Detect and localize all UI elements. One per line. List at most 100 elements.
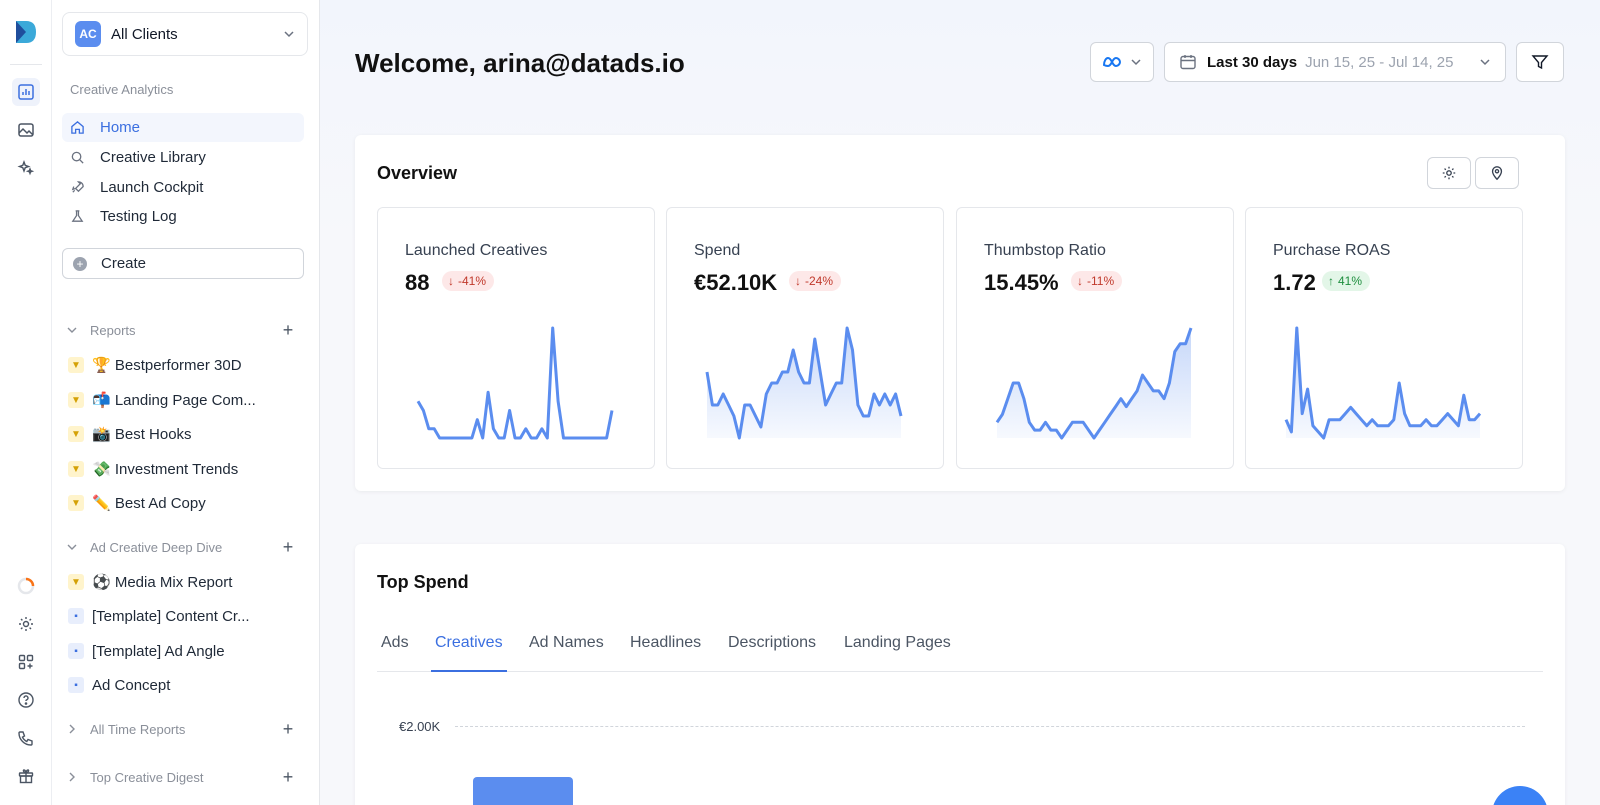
add-report-icon[interactable]: + (278, 537, 298, 557)
report-item[interactable]: ▼ 🏆 Bestperformer 30D (68, 352, 304, 378)
overview-settings-button[interactable] (1427, 157, 1471, 189)
report-item[interactable]: ▼ 📬 Landing Page Com... (68, 387, 304, 413)
tab-descriptions[interactable]: Descriptions (724, 626, 820, 672)
group-header-ad-creative-deep-dive[interactable]: Ad Creative Deep Dive + (66, 535, 306, 559)
date-preset-label: Last 30 days (1207, 53, 1298, 71)
nav-item-label: Launch Cockpit (100, 179, 204, 196)
nav-item-home[interactable]: Home (62, 113, 304, 142)
trophy-icon: ▼ (68, 461, 84, 477)
nav-item-testing-log[interactable]: Testing Log (62, 202, 304, 231)
date-range-picker[interactable]: Last 30 days Jun 15, 25 - Jul 14, 25 (1164, 42, 1506, 82)
group-label: Ad Creative Deep Dive (90, 539, 223, 555)
top-spend-card: Top Spend Ads Creatives Ad Names Headlin… (355, 544, 1565, 805)
kpi-card-purchase-roas[interactable]: Purchase ROAS 1.72 ↑ 41% (1245, 207, 1523, 469)
report-label: [Template] Ad Angle (92, 642, 225, 660)
spend-bar[interactable] (473, 777, 573, 805)
report-item[interactable]: ▼ 📸 Best Hooks (68, 421, 304, 447)
search-icon (71, 151, 84, 164)
report-label: [Template] Content Cr... (92, 607, 250, 625)
change-badge: ↓ -41% (442, 271, 495, 291)
group-label: All Time Reports (90, 721, 186, 737)
report-item[interactable]: ▼ ✏️ Best Ad Copy (68, 490, 304, 516)
section-label-creative-analytics: Creative Analytics (70, 82, 174, 97)
sparkline-chart (1284, 326, 1482, 440)
kpi-label: Spend (694, 242, 741, 259)
tab-headlines[interactable]: Headlines (626, 626, 705, 672)
kpi-card-thumbstop-ratio[interactable]: Thumbstop Ratio 15.45% ↓ -11% (956, 207, 1234, 469)
overview-location-button[interactable] (1475, 157, 1519, 189)
tab-ads[interactable]: Ads (377, 626, 413, 672)
top-spend-tabs: Ads Creatives Ad Names Headlines Descrip… (377, 626, 1543, 672)
sparkline-chart (416, 326, 614, 440)
gift-icon[interactable] (12, 762, 40, 790)
client-selector[interactable]: AC All Clients (62, 12, 308, 56)
client-name: All Clients (111, 25, 178, 43)
tab-ad-names[interactable]: Ad Names (525, 626, 608, 672)
kpi-card-launched-creatives[interactable]: Launched Creatives 88 ↓ -41% (377, 207, 655, 469)
analytics-icon[interactable] (12, 78, 40, 106)
kpi-value: 1.72 (1273, 270, 1316, 295)
tab-landing-pages[interactable]: Landing Pages (840, 626, 955, 672)
template-icon: ▪ (68, 608, 84, 624)
group-label: Top Creative Digest (90, 769, 204, 785)
platform-selector[interactable] (1090, 42, 1154, 82)
arrow-down-icon: ↓ (1077, 274, 1083, 288)
add-report-icon[interactable]: + (278, 767, 298, 787)
overview-title: Overview (377, 163, 458, 183)
sparkles-icon[interactable] (12, 154, 40, 182)
change-text: -11% (1087, 274, 1115, 288)
calendar-icon (1180, 55, 1196, 70)
apps-icon[interactable] (12, 648, 40, 676)
settings-icon[interactable] (12, 610, 40, 638)
report-label: 💸 Investment Trends (92, 461, 239, 478)
datads-logo-icon[interactable] (14, 19, 38, 45)
change-text: 41% (1338, 274, 1363, 288)
filter-icon (1531, 55, 1549, 70)
y-axis-tick: €2.00K (399, 719, 441, 734)
chevron-right-icon (69, 772, 75, 782)
kpi-label: Purchase ROAS (1273, 242, 1391, 259)
create-button[interactable]: + Create (62, 248, 304, 279)
help-icon[interactable] (12, 686, 40, 714)
report-item[interactable]: ▪ [Template] Content Cr... (68, 603, 304, 629)
page-title: Welcome, arina@datads.io (355, 48, 685, 78)
report-item[interactable]: ▼ 💸 Investment Trends (68, 456, 304, 482)
trophy-icon: ▼ (68, 495, 84, 511)
nav-item-launch-cockpit[interactable]: Launch Cockpit (62, 173, 304, 202)
date-range-text: Jun 15, 25 - Jul 14, 25 (1305, 53, 1454, 71)
chevron-down-icon (67, 327, 77, 333)
nav-item-creative-library[interactable]: Creative Library (62, 143, 304, 172)
arrow-up-icon: ↑ (1328, 274, 1334, 288)
chevron-down-icon (1131, 59, 1141, 66)
icon-rail (0, 0, 52, 805)
trophy-icon: ▼ (68, 426, 84, 442)
group-header-top-creative-digest[interactable]: Top Creative Digest + (66, 765, 306, 789)
image-icon[interactable] (12, 116, 40, 144)
sidebar: AC All Clients Creative Analytics Home C… (52, 0, 320, 805)
chevron-down-icon (284, 31, 294, 38)
kpi-value: 88 (405, 270, 430, 295)
filter-button[interactable] (1516, 42, 1564, 82)
report-item[interactable]: ▪ Ad Concept (68, 672, 304, 698)
tab-creatives[interactable]: Creatives (431, 626, 507, 672)
group-header-all-time-reports[interactable]: All Time Reports + (66, 717, 306, 741)
change-badge: ↓ -24% (789, 271, 842, 291)
report-label: ✏️ Best Ad Copy (92, 495, 206, 512)
group-header-reports[interactable]: Reports + (66, 318, 306, 342)
change-badge: ↑ 41% (1322, 271, 1371, 291)
chevron-down-icon (67, 544, 77, 550)
add-report-icon[interactable]: + (278, 320, 298, 340)
rail-divider (10, 64, 42, 65)
sparkline-chart (705, 326, 903, 440)
add-report-icon[interactable]: + (278, 719, 298, 739)
sparkline-chart (995, 327, 1193, 440)
phone-icon[interactable] (12, 724, 40, 752)
kpi-card-spend[interactable]: Spend €52.10K ↓ -24% (666, 207, 944, 469)
change-text: -24% (805, 274, 834, 288)
kpi-label: Launched Creatives (405, 242, 548, 259)
report-item[interactable]: ▪ [Template] Ad Angle (68, 638, 304, 664)
chevron-right-icon (69, 724, 75, 734)
create-label: Create (101, 255, 147, 272)
report-item[interactable]: ▼ ⚽ Media Mix Report (68, 569, 304, 595)
grid-line (455, 726, 1525, 727)
